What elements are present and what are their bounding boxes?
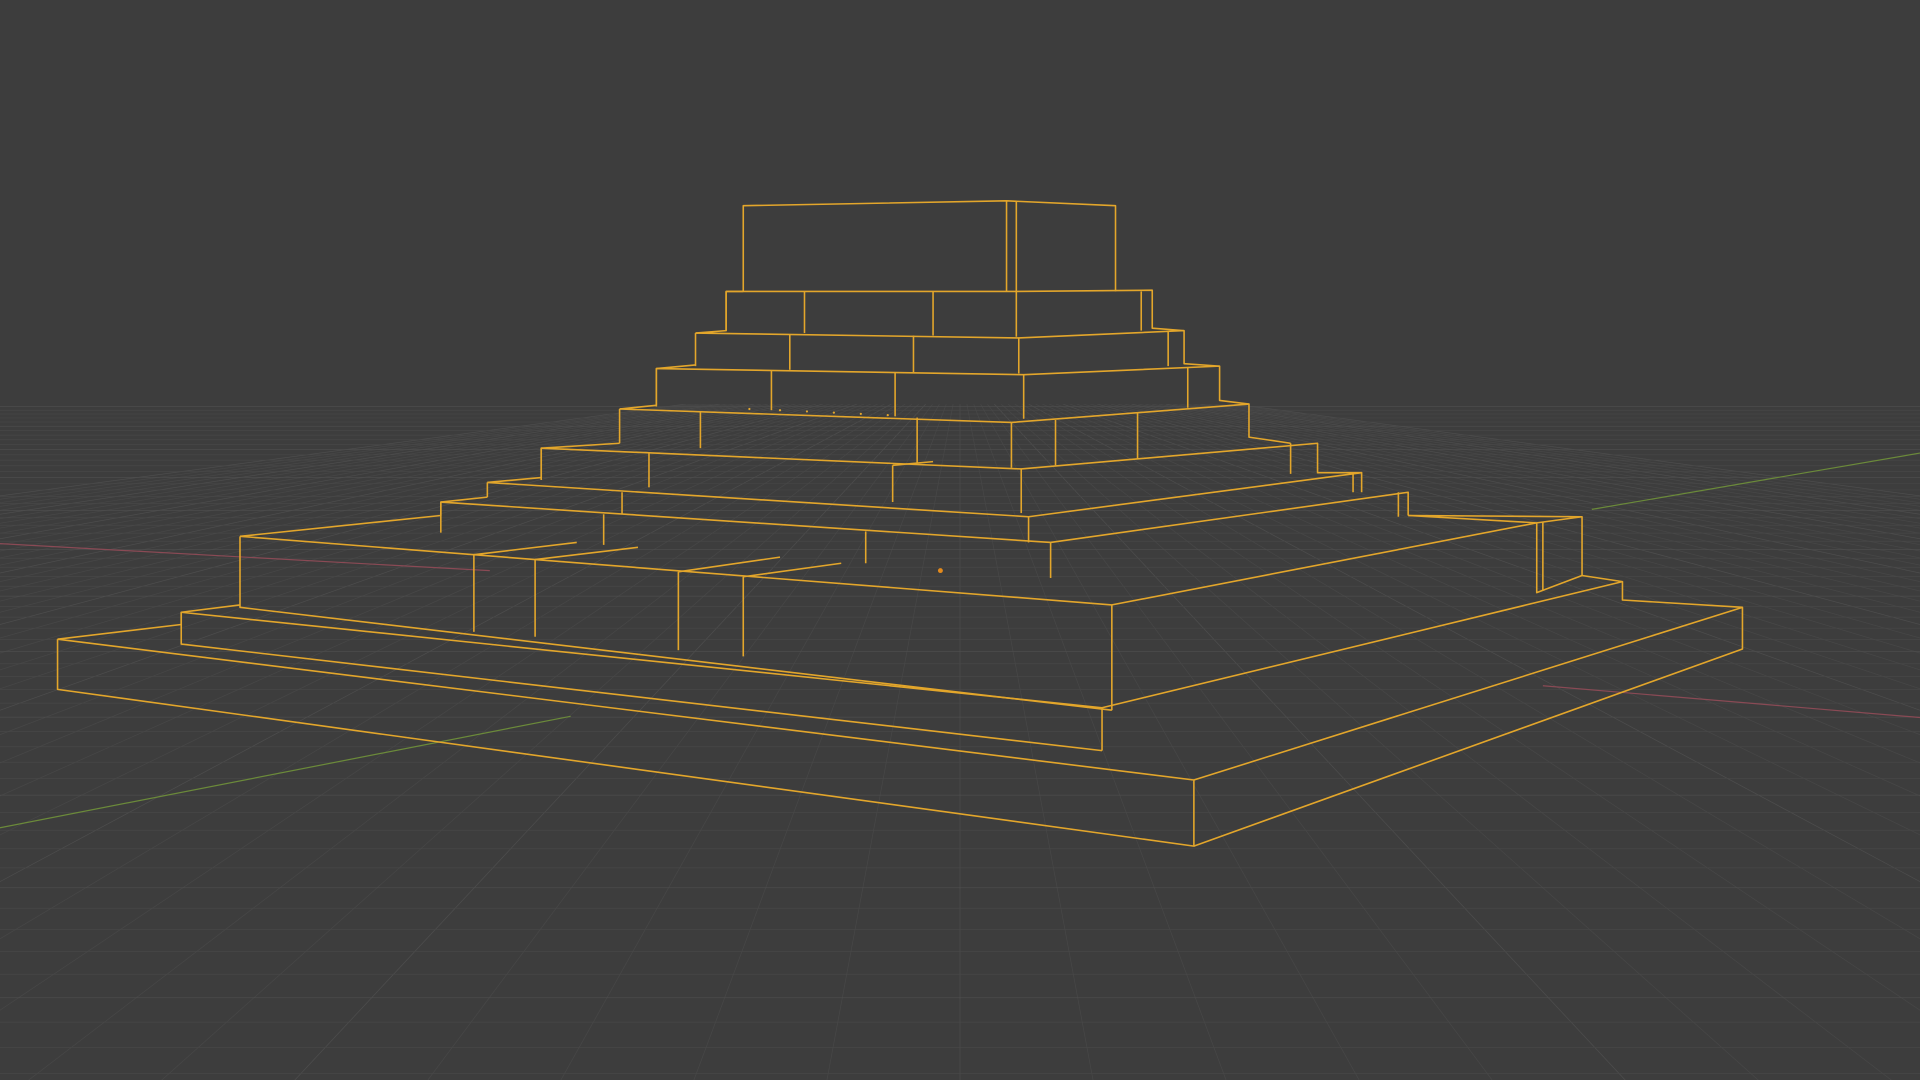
- grid-line: [0, 404, 693, 1080]
- x-axis-line-right: [1542, 685, 1920, 719]
- grid-line: [1220, 404, 1920, 1080]
- grid-line: [0, 404, 707, 1080]
- viewport-scene[interactable]: [0, 0, 1920, 1080]
- tier-4: [440, 491, 1409, 578]
- grid-line: [1138, 404, 1920, 1080]
- grid-line: [1151, 404, 1920, 1080]
- grid-line: [0, 404, 755, 1080]
- 3d-viewport[interactable]: [0, 0, 1920, 1080]
- grid-line: [1165, 404, 1920, 1080]
- stepped-pyramid-wireframe[interactable]: [56, 200, 1744, 847]
- grid-line: [1103, 404, 1920, 1080]
- grid-line: [136, 404, 920, 1080]
- grid-line: [0, 404, 830, 1080]
- grid-line: [0, 404, 817, 1080]
- grid-line: [0, 404, 769, 1080]
- grid-line: [1076, 404, 1920, 1080]
- floor-grid: [0, 404, 1920, 1080]
- grid-line: [1097, 404, 1920, 1080]
- grid-line: [0, 404, 865, 1080]
- tier-10: [725, 289, 1185, 337]
- grid-line: [0, 404, 844, 1080]
- grid-line: [0, 404, 823, 1080]
- top-block: [742, 200, 1117, 292]
- grid-line: [973, 404, 1235, 1080]
- base-slab: [56, 581, 1744, 847]
- grid-line: [1172, 404, 1920, 1080]
- grid-line: [0, 404, 748, 1080]
- grid-line: [1145, 404, 1920, 1080]
- grid-line: [548, 404, 940, 1080]
- grid-line: [1227, 404, 1920, 1080]
- grid-line: [987, 404, 1509, 1080]
- grid-line: [1055, 404, 1920, 1080]
- grid-line: [0, 404, 762, 1080]
- grid-line: [1158, 404, 1920, 1080]
- grid-line: [1069, 404, 1920, 1080]
- grid-line: [0, 404, 851, 1080]
- tier-6: [540, 442, 1362, 514]
- object-origin-point[interactable]: [937, 568, 943, 574]
- tier-2: [180, 574, 1624, 752]
- grid-line: [0, 404, 782, 1080]
- y-axis-line: [0, 715, 571, 829]
- grid-line: [0, 404, 700, 1080]
- grid-line: [1035, 404, 1920, 1080]
- grid-line: [0, 404, 775, 1080]
- grid-line: [685, 404, 947, 1080]
- grid-line: [1090, 404, 1920, 1080]
